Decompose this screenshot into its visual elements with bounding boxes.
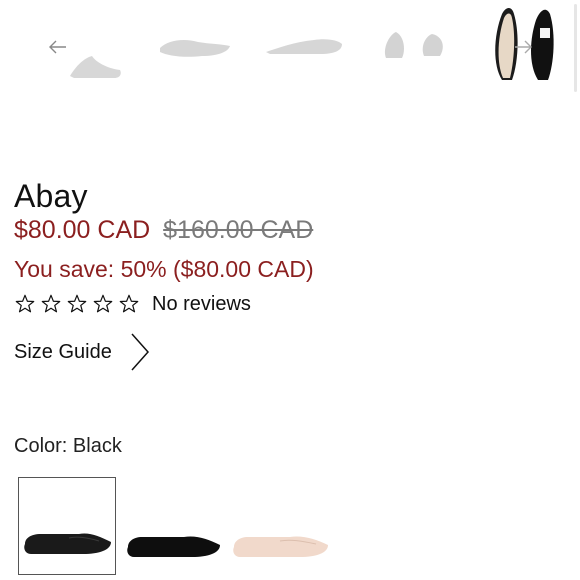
- product-title: Abay: [14, 178, 88, 214]
- gallery-thumbnail[interactable]: [264, 34, 344, 58]
- size-guide-label: Size Guide: [14, 341, 112, 363]
- gallery-scrollbar[interactable]: [574, 4, 577, 92]
- star-empty-icon: [41, 294, 61, 313]
- image-gallery: [0, 0, 580, 92]
- swatch-blush[interactable]: [232, 477, 330, 575]
- chevron-right-icon: [131, 333, 149, 371]
- original-price: $160.00 CAD: [163, 216, 314, 244]
- star-empty-icon: [67, 294, 87, 313]
- star-empty-icon: [93, 294, 113, 313]
- color-label: Color: Black: [14, 435, 122, 457]
- savings-text: You save: 50% ($80.00 CAD): [14, 256, 314, 282]
- rating[interactable]: No reviews: [14, 290, 251, 318]
- sale-price: $80.00 CAD: [14, 216, 151, 244]
- reviews-count: No reviews: [152, 293, 251, 315]
- price-row: $80.00 CAD $160.00 CAD: [14, 213, 313, 247]
- size-guide-link[interactable]: Size Guide: [14, 330, 152, 374]
- gallery-thumbnail[interactable]: [380, 30, 450, 60]
- star-empty-icon: [119, 294, 139, 313]
- gallery-thumbnail[interactable]: [158, 36, 232, 62]
- arrow-right-icon[interactable]: [512, 36, 534, 58]
- swatch-black-leather[interactable]: [18, 477, 116, 575]
- swatch-black-suede[interactable]: [126, 477, 222, 575]
- star-empty-icon: [15, 294, 35, 313]
- gallery-thumbnail[interactable]: [66, 52, 124, 82]
